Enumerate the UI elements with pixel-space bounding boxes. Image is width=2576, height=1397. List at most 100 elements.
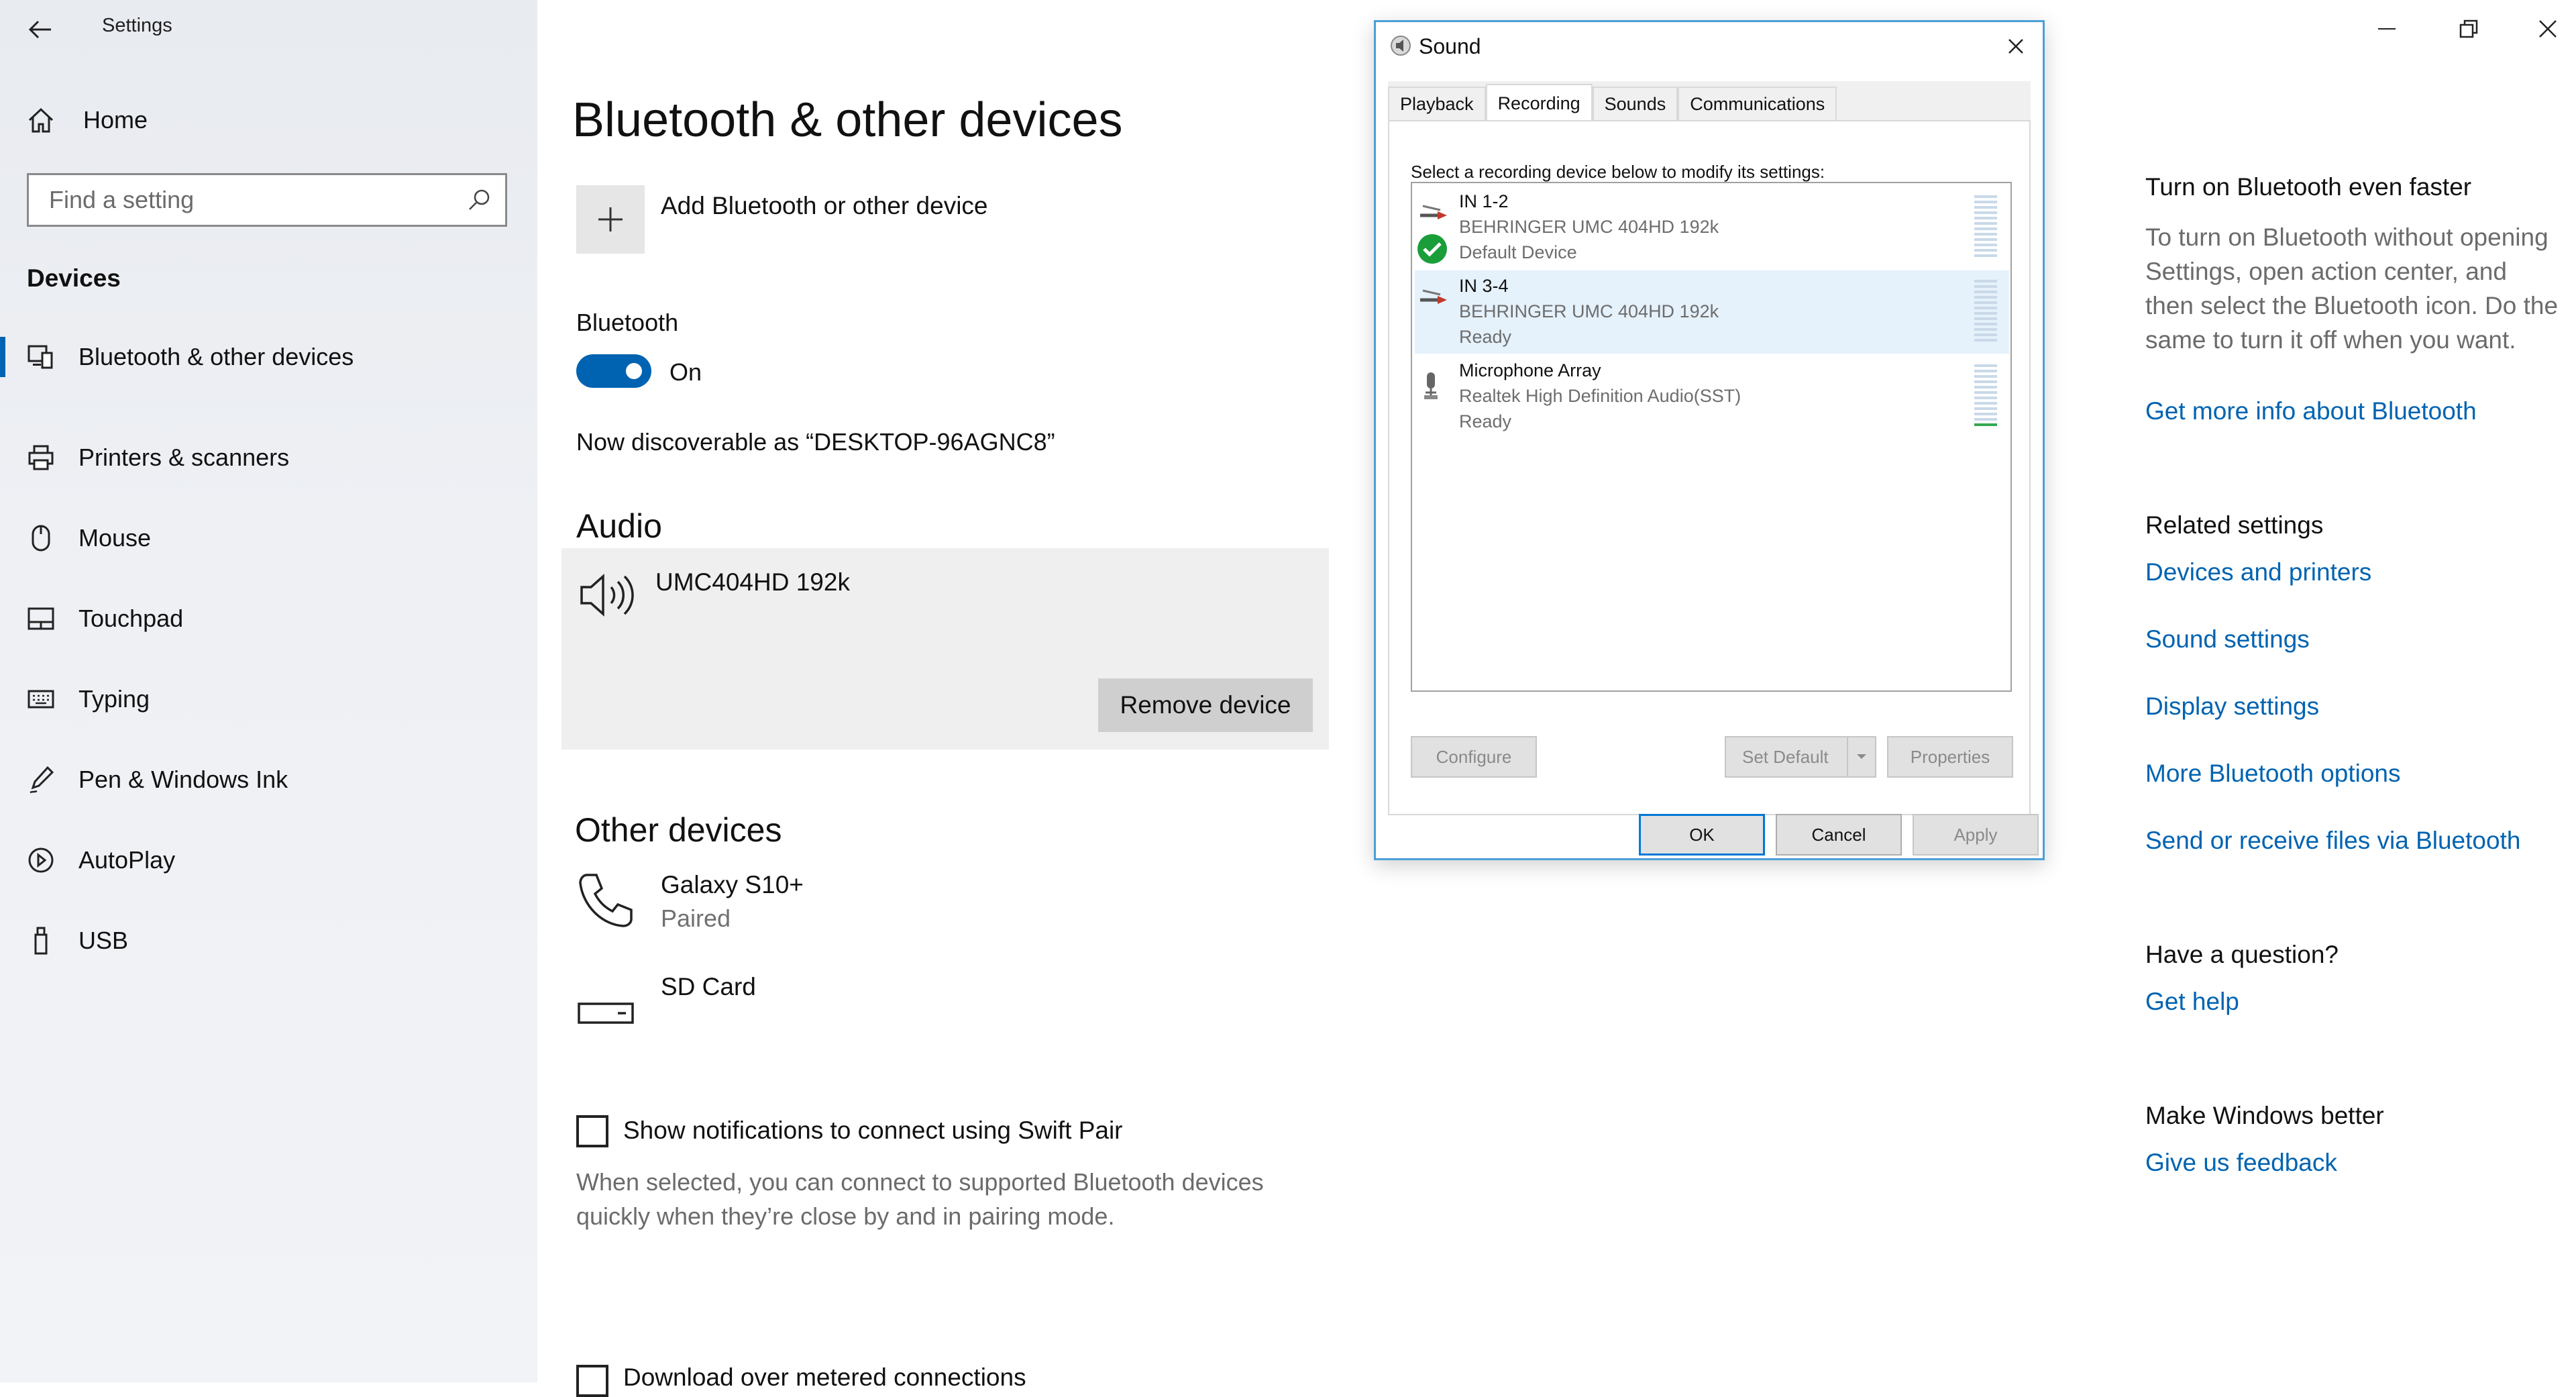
sidebar-item-typing[interactable]: Typing	[0, 659, 537, 739]
dialog-close-button[interactable]	[2002, 33, 2029, 60]
level-meter	[1974, 364, 1997, 429]
sidebar-item-label: AutoPlay	[78, 846, 176, 874]
sidebar-item-pen[interactable]: Pen & Windows Ink	[0, 739, 537, 820]
printer-icon	[27, 444, 55, 472]
device-sd-card[interactable]: SD Card	[576, 973, 756, 1027]
tab-playback[interactable]: Playback	[1388, 87, 1486, 120]
search-icon[interactable]	[468, 189, 490, 211]
audio-device-card[interactable]: UMC404HD 192k Remove device	[561, 548, 1329, 749]
sidebar-item-label: Typing	[78, 685, 150, 713]
link-send-files-bluetooth[interactable]: Send or receive files via Bluetooth	[2145, 827, 2520, 855]
audio-heading: Audio	[576, 507, 662, 545]
link-more-bluetooth[interactable]: More Bluetooth options	[2145, 760, 2401, 788]
related-settings-heading: Related settings	[2145, 511, 2324, 539]
sidebar-item-autoplay[interactable]: AutoPlay	[0, 820, 537, 900]
recording-device-list[interactable]: IN 1-2 BEHRINGER UMC 404HD 192k Default …	[1411, 182, 2012, 692]
bt-info-link[interactable]: Get more info about Bluetooth	[2145, 397, 2477, 425]
restore-button[interactable]	[2449, 12, 2489, 46]
sound-dialog: Sound Playback Recording Sounds Communic…	[1374, 20, 2045, 860]
swift-pair-label[interactable]: Show notifications to connect using Swif…	[623, 1117, 1123, 1145]
device-driver: BEHRINGER UMC 404HD 192k	[1459, 217, 1719, 237]
plus-icon	[598, 207, 623, 231]
default-device-check-icon	[1416, 233, 1448, 265]
sidebar-item-touchpad[interactable]: Touchpad	[0, 578, 537, 659]
speaker-icon	[578, 568, 638, 622]
sidebar-item-usb[interactable]: USB	[0, 900, 537, 981]
sidebar-item-label: Touchpad	[78, 605, 184, 632]
configure-button[interactable]: Configure	[1411, 736, 1537, 778]
main-content: Bluetooth & other devices Add Bluetooth …	[537, 0, 1376, 1397]
page-title: Bluetooth & other devices	[572, 93, 1123, 147]
device-galaxy[interactable]: Galaxy S10+ Paired	[576, 871, 804, 932]
ok-button[interactable]: OK	[1639, 814, 1765, 856]
touchpad-icon	[27, 605, 55, 633]
bluetooth-toggle[interactable]	[576, 354, 651, 388]
sidebar-item-bluetooth[interactable]: Bluetooth & other devices	[0, 337, 537, 377]
link-sound-settings[interactable]: Sound settings	[2145, 625, 2310, 654]
set-default-button[interactable]: Set Default	[1725, 736, 1876, 778]
tab-sounds[interactable]: Sounds	[1592, 87, 1678, 120]
pen-icon	[27, 766, 55, 794]
device-name: IN 1-2	[1459, 191, 1509, 211]
tab-recording[interactable]: Recording	[1485, 84, 1593, 121]
question-heading: Have a question?	[2145, 941, 2339, 968]
add-device-label[interactable]: Add Bluetooth or other device	[661, 192, 988, 220]
close-icon	[2008, 39, 2023, 54]
set-default-label: Set Default	[1742, 746, 1829, 767]
keyboard-icon	[27, 685, 55, 713]
close-button[interactable]	[2528, 12, 2568, 46]
properties-button[interactable]: Properties	[1887, 736, 2013, 778]
line-in-icon	[1417, 284, 1451, 311]
chevron-down-icon[interactable]	[1847, 737, 1875, 776]
sidebar-item-printers[interactable]: Printers & scanners	[0, 417, 537, 498]
apply-button[interactable]: Apply	[1913, 814, 2039, 856]
level-meter	[1974, 195, 1997, 260]
link-devices-printers[interactable]: Devices and printers	[2145, 558, 2371, 586]
line-in-icon	[1417, 199, 1451, 226]
device-status: Ready	[1459, 327, 1512, 347]
make-windows-better-heading: Make Windows better	[2145, 1102, 2384, 1129]
settings-sidebar: Settings Home Devices Bluetooth & other …	[0, 0, 537, 1382]
usb-icon	[27, 927, 55, 955]
sidebar-section-devices: Devices	[27, 264, 121, 292]
app-title: Settings	[102, 15, 172, 36]
device-status: Ready	[1459, 411, 1512, 431]
sidebar-item-mouse[interactable]: Mouse	[0, 498, 537, 578]
device-name: Microphone Array	[1459, 360, 1601, 380]
back-button[interactable]	[23, 12, 58, 47]
get-help-link[interactable]: Get help	[2145, 988, 2239, 1016]
minimize-button[interactable]	[2367, 12, 2407, 46]
recording-device-row[interactable]: Microphone Array Realtek High Definition…	[1415, 355, 2009, 438]
link-display-settings[interactable]: Display settings	[2145, 692, 2319, 721]
settings-search-box[interactable]	[27, 173, 507, 227]
sound-app-icon	[1389, 34, 1412, 57]
home-link[interactable]: Home	[27, 106, 148, 134]
metered-checkbox[interactable]	[576, 1365, 608, 1397]
bt-faster-text: To turn on Bluetooth without opening Set…	[2145, 223, 2559, 354]
sidebar-item-label: USB	[78, 927, 129, 954]
add-device-button[interactable]	[576, 185, 645, 254]
swift-pair-checkbox[interactable]	[576, 1115, 608, 1147]
feedback-link[interactable]: Give us feedback	[2145, 1149, 2337, 1177]
bluetooth-state: On	[669, 358, 702, 386]
sidebar-item-label: Mouse	[78, 524, 152, 552]
tab-communications[interactable]: Communications	[1678, 87, 1837, 120]
cancel-button[interactable]: Cancel	[1776, 814, 1902, 856]
remove-device-button[interactable]: Remove device	[1098, 678, 1313, 732]
sidebar-item-label: Bluetooth & other devices	[78, 343, 354, 370]
recording-device-row[interactable]: IN 3-4 BEHRINGER UMC 404HD 192k Ready	[1415, 270, 2009, 354]
sidebar-item-label: Printers & scanners	[78, 444, 290, 471]
back-arrow-icon	[28, 20, 51, 39]
device-driver: Realtek High Definition Audio(SST)	[1459, 386, 1741, 406]
phone-icon	[579, 874, 633, 927]
restore-icon	[2459, 19, 2478, 38]
search-input[interactable]	[48, 185, 468, 215]
active-indicator	[0, 337, 5, 377]
device-name: Galaxy S10+	[661, 871, 804, 898]
other-devices-heading: Other devices	[575, 811, 782, 849]
device-status: Paired	[661, 904, 731, 932]
metered-label[interactable]: Download over metered connections	[623, 1363, 1026, 1392]
recording-device-row[interactable]: IN 1-2 BEHRINGER UMC 404HD 192k Default …	[1415, 186, 2009, 269]
sd-card-icon	[578, 1002, 634, 1024]
microphone-icon	[1417, 368, 1444, 402]
